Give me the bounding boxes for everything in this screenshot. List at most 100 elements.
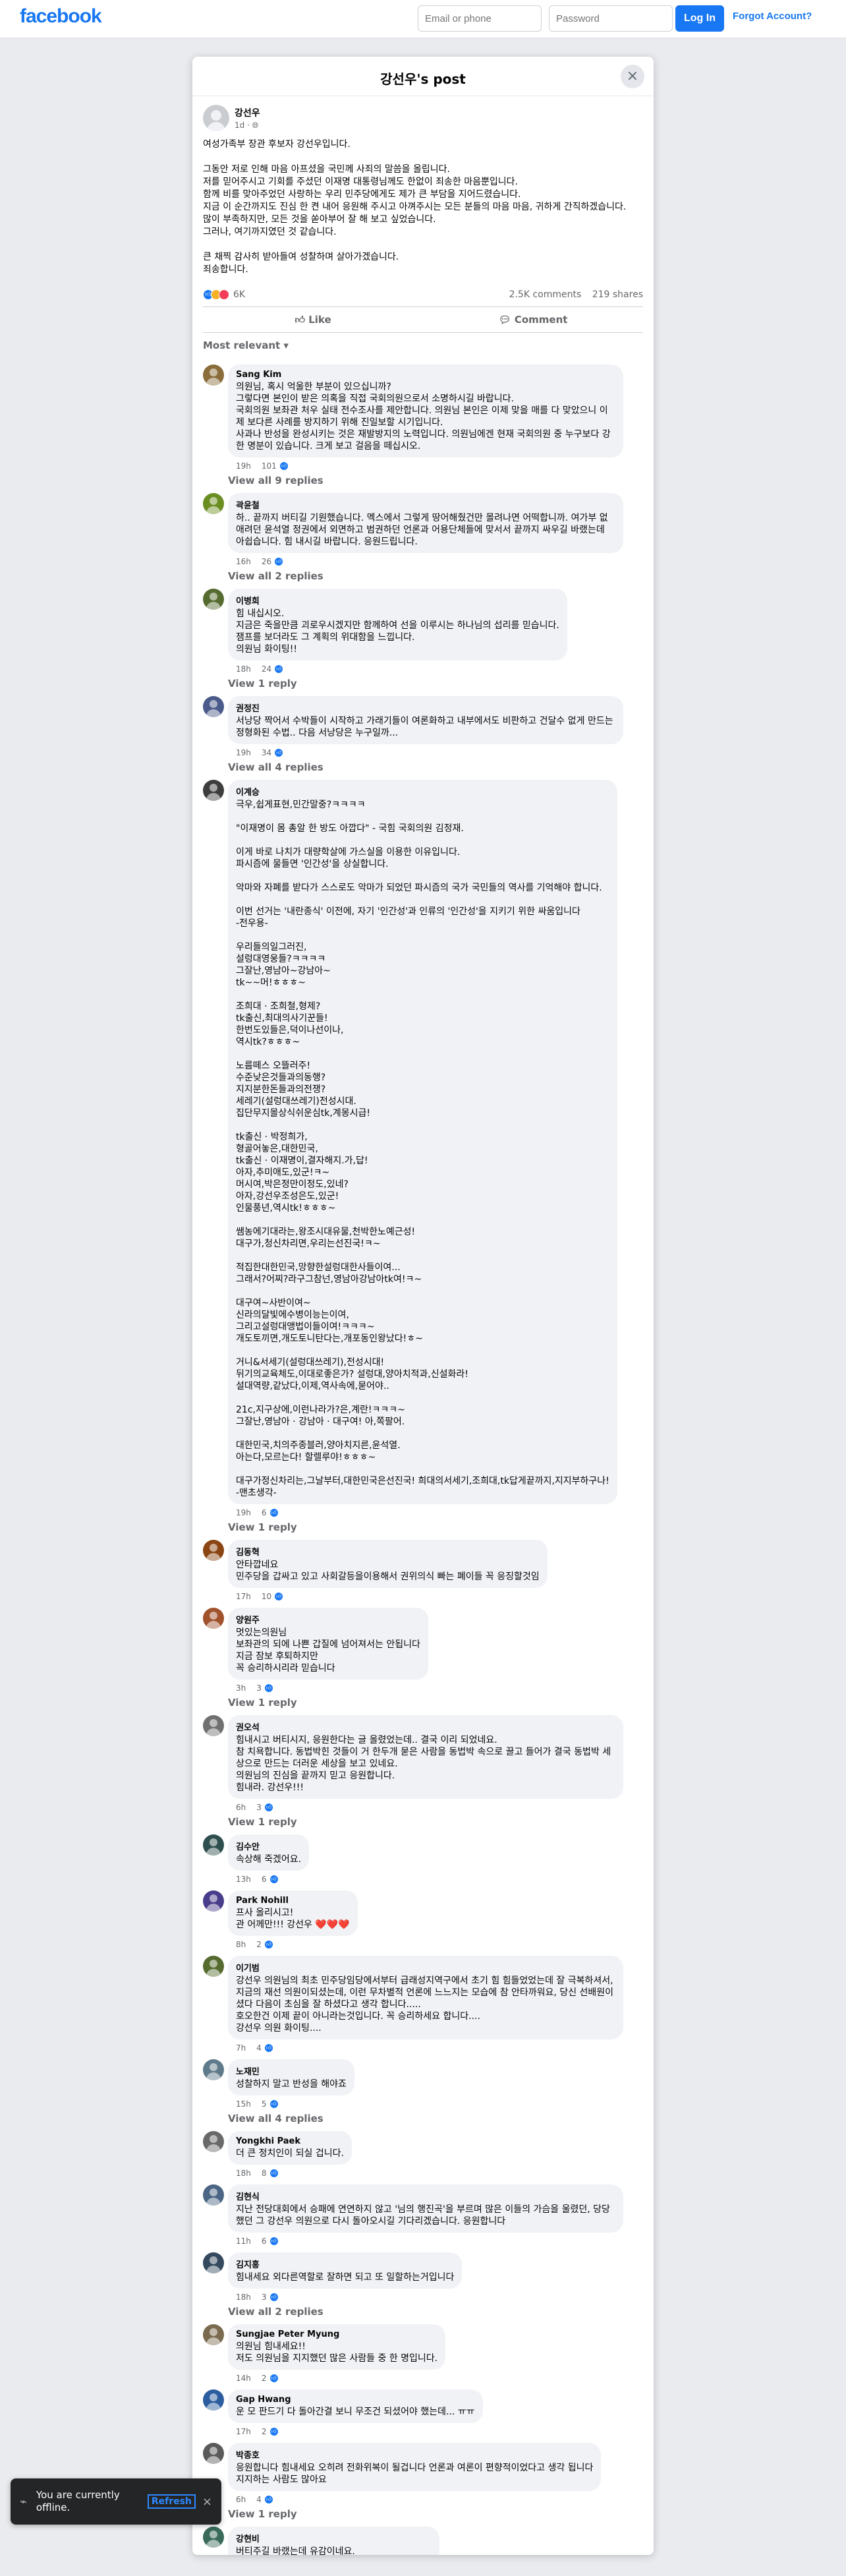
avatar[interactable] [203, 1890, 224, 1912]
post-author-name[interactable]: 강선우 [235, 106, 260, 119]
avatar[interactable] [203, 696, 224, 717]
comment-author[interactable]: 이계승 [236, 785, 609, 798]
comment-time[interactable]: 17h [236, 1592, 251, 1601]
comment-author[interactable]: 양원주 [236, 1613, 420, 1625]
comment-time[interactable]: 14h [236, 2374, 251, 2383]
refresh-button[interactable]: Refresh [147, 2494, 196, 2509]
comment-author[interactable]: 곽윤철 [236, 498, 615, 511]
comment-author[interactable]: 이병희 [236, 594, 559, 606]
comment-time[interactable]: 6h [236, 2495, 246, 2504]
view-replies-link[interactable]: View 1 reply [228, 1521, 643, 1535]
comment-time[interactable]: 13h [236, 1875, 251, 1884]
comment-reactions[interactable]: 10 👍︎ [262, 1592, 284, 1601]
comment-author[interactable]: 권오석 [236, 1720, 615, 1733]
view-replies-link[interactable]: View 1 reply [228, 678, 643, 691]
comment-time[interactable]: 6h [236, 1803, 246, 1812]
comment-reactions[interactable]: 26 👍︎ [262, 557, 284, 566]
comment-reactions[interactable]: 3 👍︎ [256, 1683, 273, 1693]
comment-reactions[interactable]: 5 👍︎ [262, 2099, 279, 2109]
comment-author[interactable]: Park Nohill [236, 1896, 350, 1906]
comment-author[interactable]: Yongkhi Paek [236, 2136, 344, 2146]
comment-time[interactable]: 8h [236, 1940, 246, 1949]
comment-time[interactable]: 15h [236, 2099, 251, 2109]
avatar[interactable] [203, 2443, 224, 2464]
comment-author[interactable]: Sang Kim [236, 370, 615, 380]
avatar[interactable] [203, 2527, 224, 2548]
comment-author[interactable]: 권정진 [236, 701, 615, 714]
avatar[interactable] [203, 2252, 224, 2273]
comment-time[interactable]: 3h [236, 1683, 246, 1693]
avatar[interactable] [203, 105, 229, 131]
comment-time[interactable]: 18h [236, 2293, 251, 2302]
comment-author[interactable]: Sungjae Peter Myung [236, 2329, 437, 2339]
view-replies-link[interactable]: View all 4 replies [228, 2113, 643, 2126]
view-replies-link[interactable]: View all 2 replies [228, 2306, 643, 2319]
comment-author[interactable]: 김동혁 [236, 1545, 540, 1558]
avatar[interactable] [203, 780, 224, 801]
comment-reactions[interactable]: 101 👍︎ [262, 461, 289, 471]
comment-reactions[interactable]: 34 👍︎ [262, 748, 284, 757]
comment-reactions[interactable]: 3 👍︎ [262, 2293, 279, 2302]
comment-time[interactable]: 16h [236, 557, 251, 566]
comment-reactions[interactable]: 4 👍︎ [256, 2043, 273, 2053]
comment-time[interactable]: 18h [236, 2169, 251, 2178]
comment-reactions[interactable]: 8 👍︎ [262, 2169, 279, 2178]
avatar[interactable] [203, 2059, 224, 2080]
comment-author[interactable]: 이기범 [236, 1961, 615, 1974]
post-timestamp[interactable]: 1d · 🌐︎ [235, 121, 260, 131]
comment-reactions[interactable]: 6 👍︎ [262, 2237, 279, 2246]
comment-reactions[interactable]: 3 👍︎ [256, 1803, 273, 1812]
avatar[interactable] [203, 1608, 224, 1629]
comment-reactions[interactable]: 24 👍︎ [262, 664, 284, 674]
comment-author[interactable]: 박종호 [236, 2448, 593, 2461]
comment-author[interactable]: 노재민 [236, 2064, 347, 2077]
comment-reactions[interactable]: 6 👍︎ [262, 1875, 279, 1884]
view-replies-link[interactable]: View all 9 replies [228, 475, 643, 488]
view-replies-link[interactable]: View all 4 replies [228, 761, 643, 775]
comment-author[interactable]: 김현식 [236, 2190, 615, 2202]
comment-reactions[interactable]: 4 👍︎ [256, 2495, 273, 2504]
comment-button[interactable]: 💬︎ Comment [423, 307, 643, 332]
view-replies-link[interactable]: View 1 reply [228, 1697, 643, 1710]
comment-time[interactable]: 7h [236, 2043, 246, 2053]
avatar[interactable] [203, 493, 224, 514]
comment-sort-dropdown[interactable]: Most relevant ▾ [203, 339, 643, 355]
comment-time[interactable]: 19h [236, 748, 251, 757]
avatar[interactable] [203, 2131, 224, 2152]
avatar[interactable] [203, 1834, 224, 1856]
view-replies-link[interactable]: View 1 reply [228, 2508, 643, 2521]
comment-time[interactable]: 19h [236, 461, 251, 471]
avatar[interactable] [203, 1715, 224, 1736]
comment-reactions[interactable]: 2 👍︎ [262, 2427, 279, 2436]
like-button[interactable]: 👍︎ Like [203, 307, 423, 332]
comment-time[interactable]: 19h [236, 1508, 251, 1517]
comment-author[interactable]: 김지홍 [236, 2258, 454, 2270]
comment-time[interactable]: 18h [236, 664, 251, 674]
comments-count[interactable]: 2.5K comments [509, 289, 582, 300]
reactions-summary[interactable]: 👍︎ 6K [203, 289, 245, 300]
avatar[interactable] [203, 2184, 224, 2206]
avatar[interactable] [203, 365, 224, 386]
forgot-account-link[interactable]: Forgot Account? [733, 11, 812, 22]
avatar[interactable] [203, 1956, 224, 1977]
comment-reactions[interactable]: 6 👍︎ [262, 1508, 279, 1517]
close-icon[interactable]: × [621, 65, 644, 88]
close-icon[interactable]: × [202, 2495, 212, 2509]
login-button[interactable]: Log In [675, 5, 724, 32]
comment-time[interactable]: 11h [236, 2237, 251, 2246]
facebook-logo[interactable]: facebook [20, 5, 102, 28]
shares-count[interactable]: 219 shares [592, 289, 643, 300]
password-field[interactable] [549, 5, 673, 32]
comment-time[interactable]: 17h [236, 2427, 251, 2436]
comment-reactions[interactable]: 2 👍︎ [262, 2374, 279, 2383]
avatar[interactable] [203, 1540, 224, 1561]
email-field[interactable] [418, 5, 542, 32]
avatar[interactable] [203, 2389, 224, 2411]
comment-author[interactable]: 강현비 [236, 2532, 432, 2544]
view-replies-link[interactable]: View all 2 replies [228, 570, 643, 583]
avatar[interactable] [203, 2324, 224, 2345]
avatar[interactable] [203, 589, 224, 610]
comment-reactions[interactable]: 2 👍︎ [256, 1940, 273, 1949]
comment-author[interactable]: 김수안 [236, 1840, 301, 1852]
view-replies-link[interactable]: View 1 reply [228, 1816, 643, 1829]
